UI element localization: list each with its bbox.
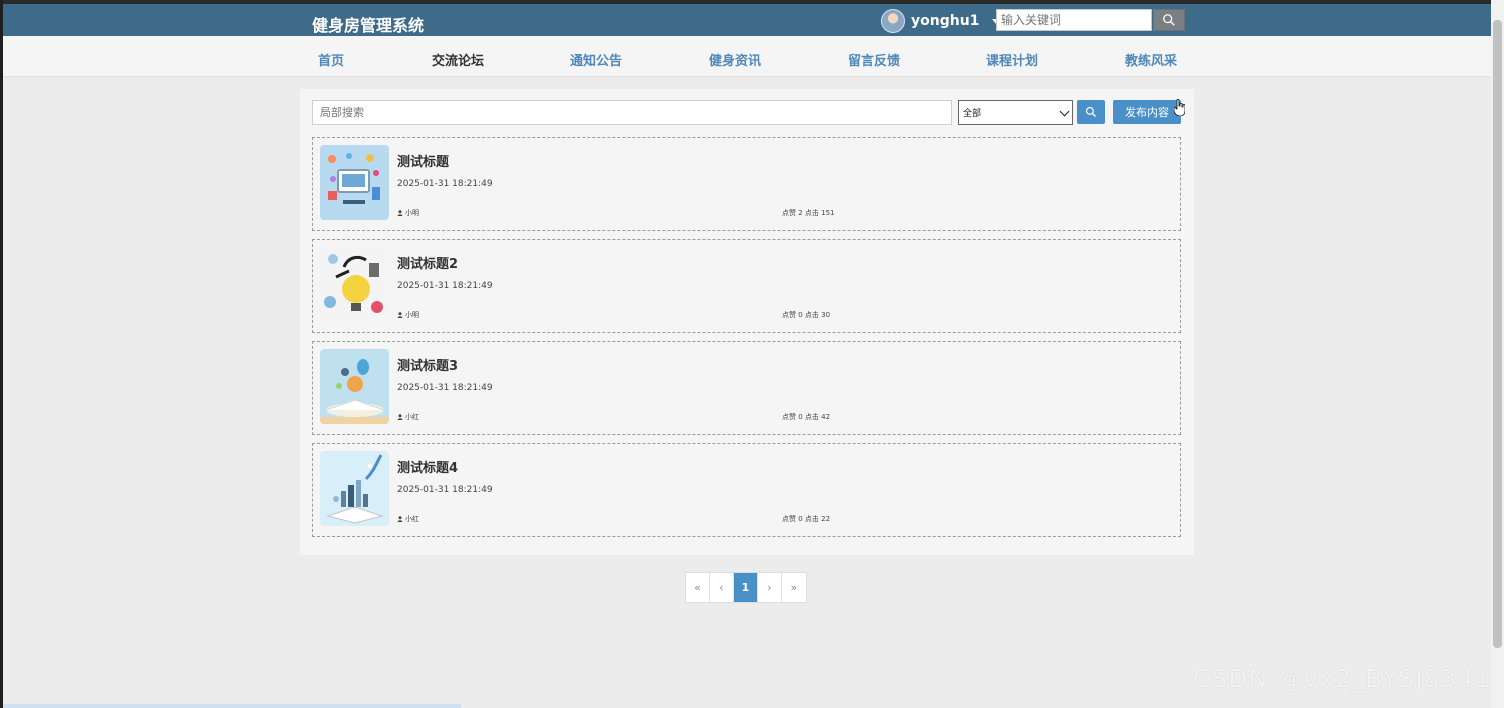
search-icon (1163, 14, 1175, 26)
local-search-input[interactable] (312, 100, 952, 125)
post-stats: 点赞 0 点击 42 (782, 412, 830, 422)
post-card[interactable]: 测试标题3 2025-01-31 18:21:49 小红 点赞 0 点击 42 (312, 341, 1181, 435)
page: 健身房管理系统 yonghu1 首页 交流论坛 通知公告 健身资讯 留言反馈 课… (0, 0, 1504, 708)
user-icon (397, 414, 403, 420)
post-thumbnail[interactable] (320, 349, 389, 424)
nav-item-coaches[interactable]: 教练风采 (1125, 50, 1177, 69)
window-edge (0, 0, 3, 708)
book-balloon-illustration-image (320, 349, 389, 424)
post-date: 2025-01-31 18:21:49 (397, 281, 493, 291)
pagination-current[interactable]: 1 (734, 573, 758, 602)
post-author-name: 小明 (405, 311, 419, 319)
nav-item-home[interactable]: 首页 (318, 50, 344, 69)
user-menu[interactable]: yonghu1 (881, 9, 1001, 33)
bottom-strip (3, 704, 461, 708)
avatar[interactable] (881, 9, 905, 33)
top-search-input[interactable] (996, 9, 1152, 31)
top-header: 健身房管理系统 yonghu1 (3, 4, 1491, 36)
post-stats-text: 点赞 0 点击 42 (782, 413, 831, 421)
post-card[interactable]: 测试标题 2025-01-31 18:21:49 小明 点赞 2 点击 151 (312, 137, 1181, 231)
post-thumbnail[interactable] (320, 247, 389, 322)
learn-illustration-image (320, 247, 389, 322)
post-author-name: 小红 (405, 413, 419, 421)
chevron-down-icon (1059, 106, 1070, 116)
post-card[interactable]: 测试标题2 2025-01-31 18:21:49 小明 点赞 0 点击 30 (312, 239, 1181, 333)
post-stats-text: 点赞 2 点击 151 (782, 209, 835, 217)
pagination-first[interactable]: « (686, 573, 710, 602)
site-brand[interactable]: 健身房管理系统 (312, 12, 424, 36)
post-stats: 点赞 0 点击 30 (782, 310, 830, 320)
book-city-illustration-image (320, 451, 389, 526)
pagination-last[interactable]: » (782, 573, 806, 602)
post-stats-text: 点赞 0 点击 22 (782, 515, 831, 523)
post-author-name: 小明 (405, 209, 419, 217)
user-icon (397, 516, 403, 522)
post-date: 2025-01-31 18:21:49 (397, 485, 493, 495)
username[interactable]: yonghu1 (911, 13, 979, 29)
post-stats-text: 点赞 0 点击 30 (782, 311, 831, 319)
post-title[interactable]: 测试标题 (397, 151, 449, 170)
post-author: 小明 (397, 310, 419, 320)
post-author-name: 小红 (405, 515, 419, 523)
user-icon (397, 312, 403, 318)
pagination-next[interactable]: › (758, 573, 782, 602)
post-author: 小红 (397, 412, 419, 422)
post-thumbnail[interactable] (320, 145, 389, 220)
post-card[interactable]: 测试标题4 2025-01-31 18:21:49 小红 点赞 0 点击 22 (312, 443, 1181, 537)
forum-content: 全部 发布内容 (300, 89, 1194, 555)
scrollbar-thumb[interactable] (1493, 20, 1502, 648)
post-author: 小明 (397, 208, 419, 218)
pagination-prev[interactable]: ‹ (710, 573, 734, 602)
nav-item-feedback[interactable]: 留言反馈 (848, 50, 900, 69)
pagination: « ‹ 1 › » (685, 572, 807, 603)
main-nav: 首页 交流论坛 通知公告 健身资讯 留言反馈 课程计划 教练风采 (3, 36, 1491, 77)
post-stats: 点赞 2 点击 151 (782, 208, 835, 218)
post-title[interactable]: 测试标题3 (397, 355, 458, 374)
publish-button[interactable]: 发布内容 (1113, 100, 1181, 124)
post-stats: 点赞 0 点击 22 (782, 514, 830, 524)
hand-cursor-icon (1174, 99, 1185, 116)
post-date: 2025-01-31 18:21:49 (397, 179, 493, 189)
post-date: 2025-01-31 18:21:49 (397, 383, 493, 393)
nav-item-fitness-news[interactable]: 健身资讯 (709, 50, 761, 69)
nav-item-course-plans[interactable]: 课程计划 (986, 50, 1038, 69)
tech-illustration-image (320, 145, 389, 220)
post-author: 小红 (397, 514, 419, 524)
watermark: CSDN @vx2_BYSJ8341 (1193, 664, 1492, 693)
local-search-button[interactable] (1077, 100, 1105, 124)
top-search-button[interactable] (1153, 9, 1185, 31)
scrollbar[interactable] (1491, 0, 1504, 708)
post-thumbnail[interactable] (320, 451, 389, 526)
post-title[interactable]: 测试标题2 (397, 253, 458, 272)
category-selected-value: 全部 (963, 109, 982, 119)
nav-item-notices[interactable]: 通知公告 (570, 50, 622, 69)
search-icon (1085, 106, 1096, 117)
nav-item-forum[interactable]: 交流论坛 (432, 50, 484, 69)
category-select[interactable]: 全部 (958, 100, 1073, 125)
user-icon (397, 210, 403, 216)
post-title[interactable]: 测试标题4 (397, 457, 458, 476)
